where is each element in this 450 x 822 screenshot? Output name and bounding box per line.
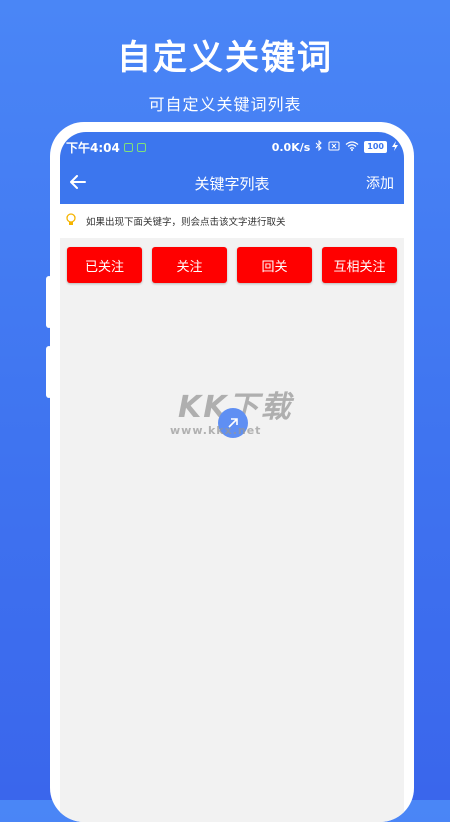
notification-icon xyxy=(136,142,146,152)
keyword-list: 已关注 关注 回关 互相关注 xyxy=(67,238,397,283)
lightbulb-icon xyxy=(66,212,76,230)
status-indicators: 0.0K/s 100 xyxy=(271,139,398,154)
bluetooth-icon xyxy=(315,139,323,154)
status-bar: 下午4:04 0.0K/s 100 xyxy=(60,132,404,162)
tip-banner: 如果出现下面关键字，则会点击该文字进行取关 xyxy=(60,204,404,238)
sim-off-icon xyxy=(328,141,340,154)
tip-text: 如果出现下面关键字，则会点击该文字进行取关 xyxy=(86,217,286,228)
page-title: 关键字列表 xyxy=(194,174,270,193)
battery-icon: 100 xyxy=(364,141,387,153)
arrow-left-icon xyxy=(70,174,86,193)
back-button[interactable] xyxy=(64,162,92,204)
phone-screen: 下午4:04 0.0K/s 100 关键字列表 添加 如果出现下面关键字，则会点… xyxy=(60,132,404,822)
keyword-button[interactable]: 互相关注 xyxy=(322,247,397,283)
keyword-button[interactable]: 关注 xyxy=(152,247,227,283)
network-speed: 0.0K/s xyxy=(271,140,311,154)
keyword-button[interactable]: 回关 xyxy=(237,247,312,283)
wifi-icon xyxy=(345,140,359,154)
phone-frame: 下午4:04 0.0K/s 100 关键字列表 添加 如果出现下面关键字，则会点… xyxy=(50,122,414,822)
app-bar: 关键字列表 添加 xyxy=(60,162,404,204)
hero-subtitle: 可自定义关键词列表 xyxy=(148,95,302,114)
watermark: KK下载 www.kkx.net xyxy=(160,382,320,462)
notification-icon xyxy=(123,142,133,152)
status-time: 下午4:04 xyxy=(66,140,120,155)
watermark-url: www.kkx.net xyxy=(170,424,262,437)
charging-icon xyxy=(392,140,398,154)
add-keyword-button[interactable]: 添加 xyxy=(366,173,394,193)
hero-title: 自定义关键词 xyxy=(117,38,333,78)
keyword-button[interactable]: 已关注 xyxy=(67,247,142,283)
